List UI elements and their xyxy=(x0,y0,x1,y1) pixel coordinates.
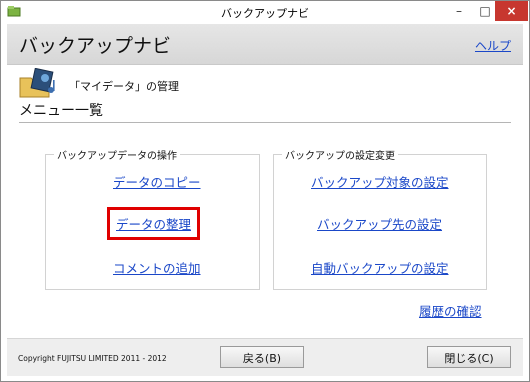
backup-target-settings-link[interactable]: バックアップ対象の設定 xyxy=(311,172,449,191)
close-window-button[interactable]: × xyxy=(495,1,528,21)
backup-destination-settings-link[interactable]: バックアップ先の設定 xyxy=(317,214,442,233)
settings-change-title: バックアップの設定変更 xyxy=(282,147,398,162)
title-bar: バックアップナビ – □ × xyxy=(1,1,529,23)
data-operations-title: バックアップデータの操作 xyxy=(54,147,180,162)
copy-data-link[interactable]: データのコピー xyxy=(113,172,201,191)
close-button[interactable]: 閉じる(C) xyxy=(427,346,511,368)
minimize-button[interactable]: – xyxy=(445,1,473,21)
menu-heading: メニュー一覧 xyxy=(19,100,511,123)
organize-data-link[interactable]: データの整理 xyxy=(107,207,201,240)
add-comment-link[interactable]: コメントの追加 xyxy=(113,258,201,277)
app-title: バックアップナビ xyxy=(19,35,172,57)
folder-music-icon xyxy=(19,68,55,98)
app-header: バックアップナビ ヘルプ xyxy=(7,24,523,65)
app-window: バックアップナビ – □ × バックアップナビ ヘルプ 「マイデータ」の管理 メ… xyxy=(0,0,530,382)
help-link[interactable]: ヘルプ xyxy=(475,37,511,54)
history-link[interactable]: 履歴の確認 xyxy=(419,301,482,320)
footer-bar: Copyright FUJITSU LIMITED 2011 - 2012 戻る… xyxy=(7,338,523,376)
auto-backup-settings-link[interactable]: 自動バックアップの設定 xyxy=(311,258,449,277)
back-button[interactable]: 戻る(B) xyxy=(220,346,304,368)
section-label: 「マイデータ」の管理 xyxy=(69,80,179,93)
copyright-text: Copyright FUJITSU LIMITED 2011 - 2012 xyxy=(18,354,167,363)
